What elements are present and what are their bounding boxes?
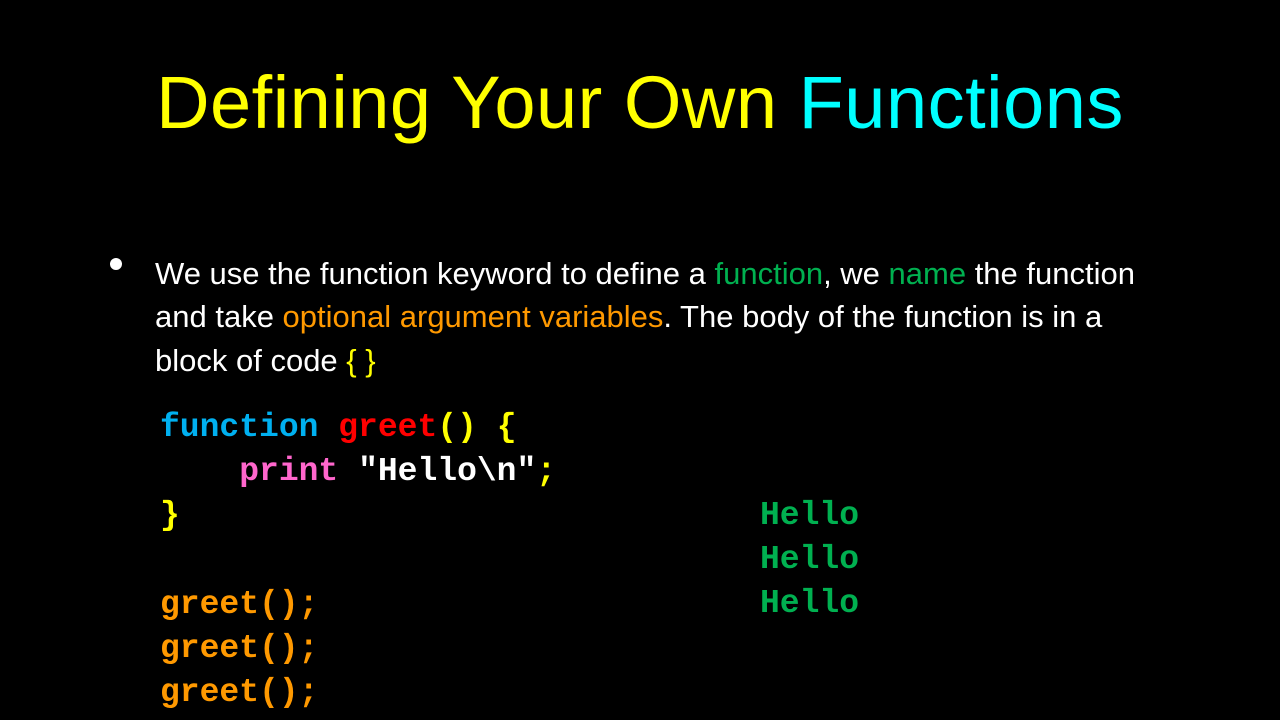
code-brace-open: { — [497, 409, 517, 446]
code-parens: () — [437, 409, 477, 446]
code-string: "Hello\n" — [358, 453, 536, 490]
bullet-icon — [110, 258, 122, 270]
output-line-1: Hello — [760, 497, 859, 534]
code-space — [477, 409, 497, 446]
code-indent — [160, 453, 239, 490]
slide: Defining Your Own Functions We use the f… — [0, 0, 1280, 720]
output-block: Hello Hello Hello — [760, 494, 859, 627]
para-text: , we — [823, 256, 888, 291]
para-text: We use the function keyword to define a — [155, 256, 714, 291]
code-call-2: greet(); — [160, 630, 318, 667]
code-space — [318, 409, 338, 446]
output-line-3: Hello — [760, 585, 859, 622]
para-highlight-braces: { } — [346, 343, 375, 378]
code-space — [338, 453, 358, 490]
title-part-yellow: Defining Your Own — [156, 61, 799, 144]
title-part-cyan: Functions — [799, 61, 1124, 144]
slide-title: Defining Your Own Functions — [0, 60, 1280, 145]
code-semi: ; — [536, 453, 556, 490]
code-call-1: greet(); — [160, 586, 318, 623]
para-highlight-args: optional argument variables — [283, 299, 664, 334]
code-keyword: function — [160, 409, 318, 446]
para-highlight-name: name — [889, 256, 967, 291]
code-func-name: greet — [338, 409, 437, 446]
code-call-3: greet(); — [160, 674, 318, 711]
para-highlight-function: function — [714, 256, 823, 291]
code-block: function greet() { print "Hello\n"; } gr… — [160, 406, 556, 716]
code-print: print — [239, 453, 338, 490]
code-brace-close: } — [160, 497, 180, 534]
output-line-2: Hello — [760, 541, 859, 578]
body-paragraph: We use the function keyword to define a … — [155, 252, 1165, 382]
